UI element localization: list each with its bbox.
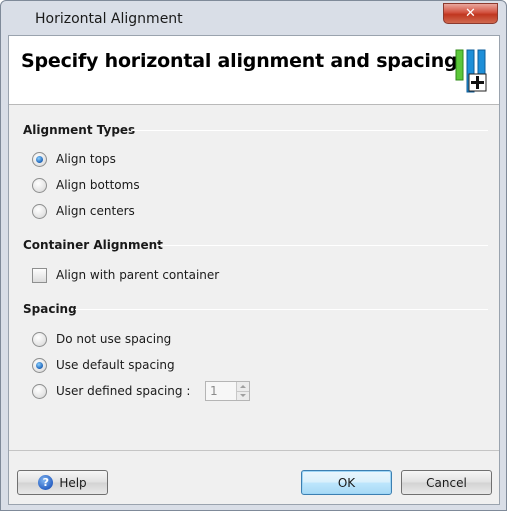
radio-button-selected[interactable]: [32, 357, 47, 373]
radio-button[interactable]: [32, 331, 47, 347]
radio-label: Use default spacing: [56, 358, 175, 372]
horizontal-align-add-icon: [455, 49, 487, 93]
radio-user-defined-spacing[interactable]: User defined spacing :: [32, 382, 190, 400]
page-title: Specify horizontal alignment and spacing: [21, 50, 458, 72]
spinner-down-button[interactable]: [237, 391, 249, 400]
spacing-divider: [75, 309, 488, 310]
checkbox[interactable]: [32, 267, 47, 283]
header-banner: Specify horizontal alignment and spacing: [9, 36, 499, 105]
spinner-up-button[interactable]: [237, 382, 249, 392]
spacing-heading: Spacing: [23, 302, 77, 316]
cancel-button-label: Cancel: [426, 475, 467, 490]
footer-divider: [9, 450, 499, 451]
title-bar[interactable]: Horizontal Alignment ✕: [1, 1, 506, 35]
spacing-spinner[interactable]: 1: [205, 381, 250, 401]
arrow-down-icon: [240, 394, 246, 398]
radio-button-selected[interactable]: [32, 151, 47, 167]
ok-button-label: OK: [337, 475, 356, 490]
container-alignment-divider: [157, 245, 488, 246]
checkbox-label: Align with parent container: [56, 268, 220, 282]
dialog-body: Specify horizontal alignment and spacing…: [8, 35, 500, 505]
radio-label: User defined spacing :: [56, 384, 191, 398]
radio-label: Align bottoms: [56, 178, 140, 192]
radio-label: Align centers: [56, 204, 135, 218]
radio-default-spacing[interactable]: Use default spacing: [32, 356, 175, 374]
close-icon: ✕: [465, 6, 476, 21]
dialog-window: Horizontal Alignment ✕ Specify horizonta…: [0, 0, 507, 511]
spinner-value[interactable]: 1: [206, 382, 236, 400]
cancel-button[interactable]: Cancel: [401, 470, 492, 495]
radio-label: Align tops: [56, 152, 116, 166]
container-alignment-heading: Container Alignment: [23, 238, 163, 252]
radio-align-tops[interactable]: Align tops: [32, 150, 116, 168]
help-button-label: Help: [59, 475, 87, 490]
window-title: Horizontal Alignment: [35, 11, 183, 27]
radio-align-bottoms[interactable]: Align bottoms: [32, 176, 140, 194]
help-icon: ?: [38, 475, 54, 490]
radio-align-centers[interactable]: Align centers: [32, 202, 135, 220]
help-button[interactable]: ? Help: [17, 470, 108, 495]
checkbox-align-parent[interactable]: Align with parent container: [32, 266, 219, 284]
radio-button[interactable]: [32, 177, 47, 193]
arrow-up-icon: [240, 384, 246, 388]
ok-button[interactable]: OK: [301, 470, 392, 495]
radio-button[interactable]: [32, 383, 47, 399]
radio-button[interactable]: [32, 203, 47, 219]
alignment-types-heading: Alignment Types: [23, 123, 136, 137]
radio-no-spacing[interactable]: Do not use spacing: [32, 330, 171, 348]
close-button[interactable]: ✕: [443, 3, 498, 24]
radio-label: Do not use spacing: [56, 332, 172, 346]
alignment-types-divider: [131, 130, 488, 131]
spinner-buttons: [236, 382, 249, 400]
